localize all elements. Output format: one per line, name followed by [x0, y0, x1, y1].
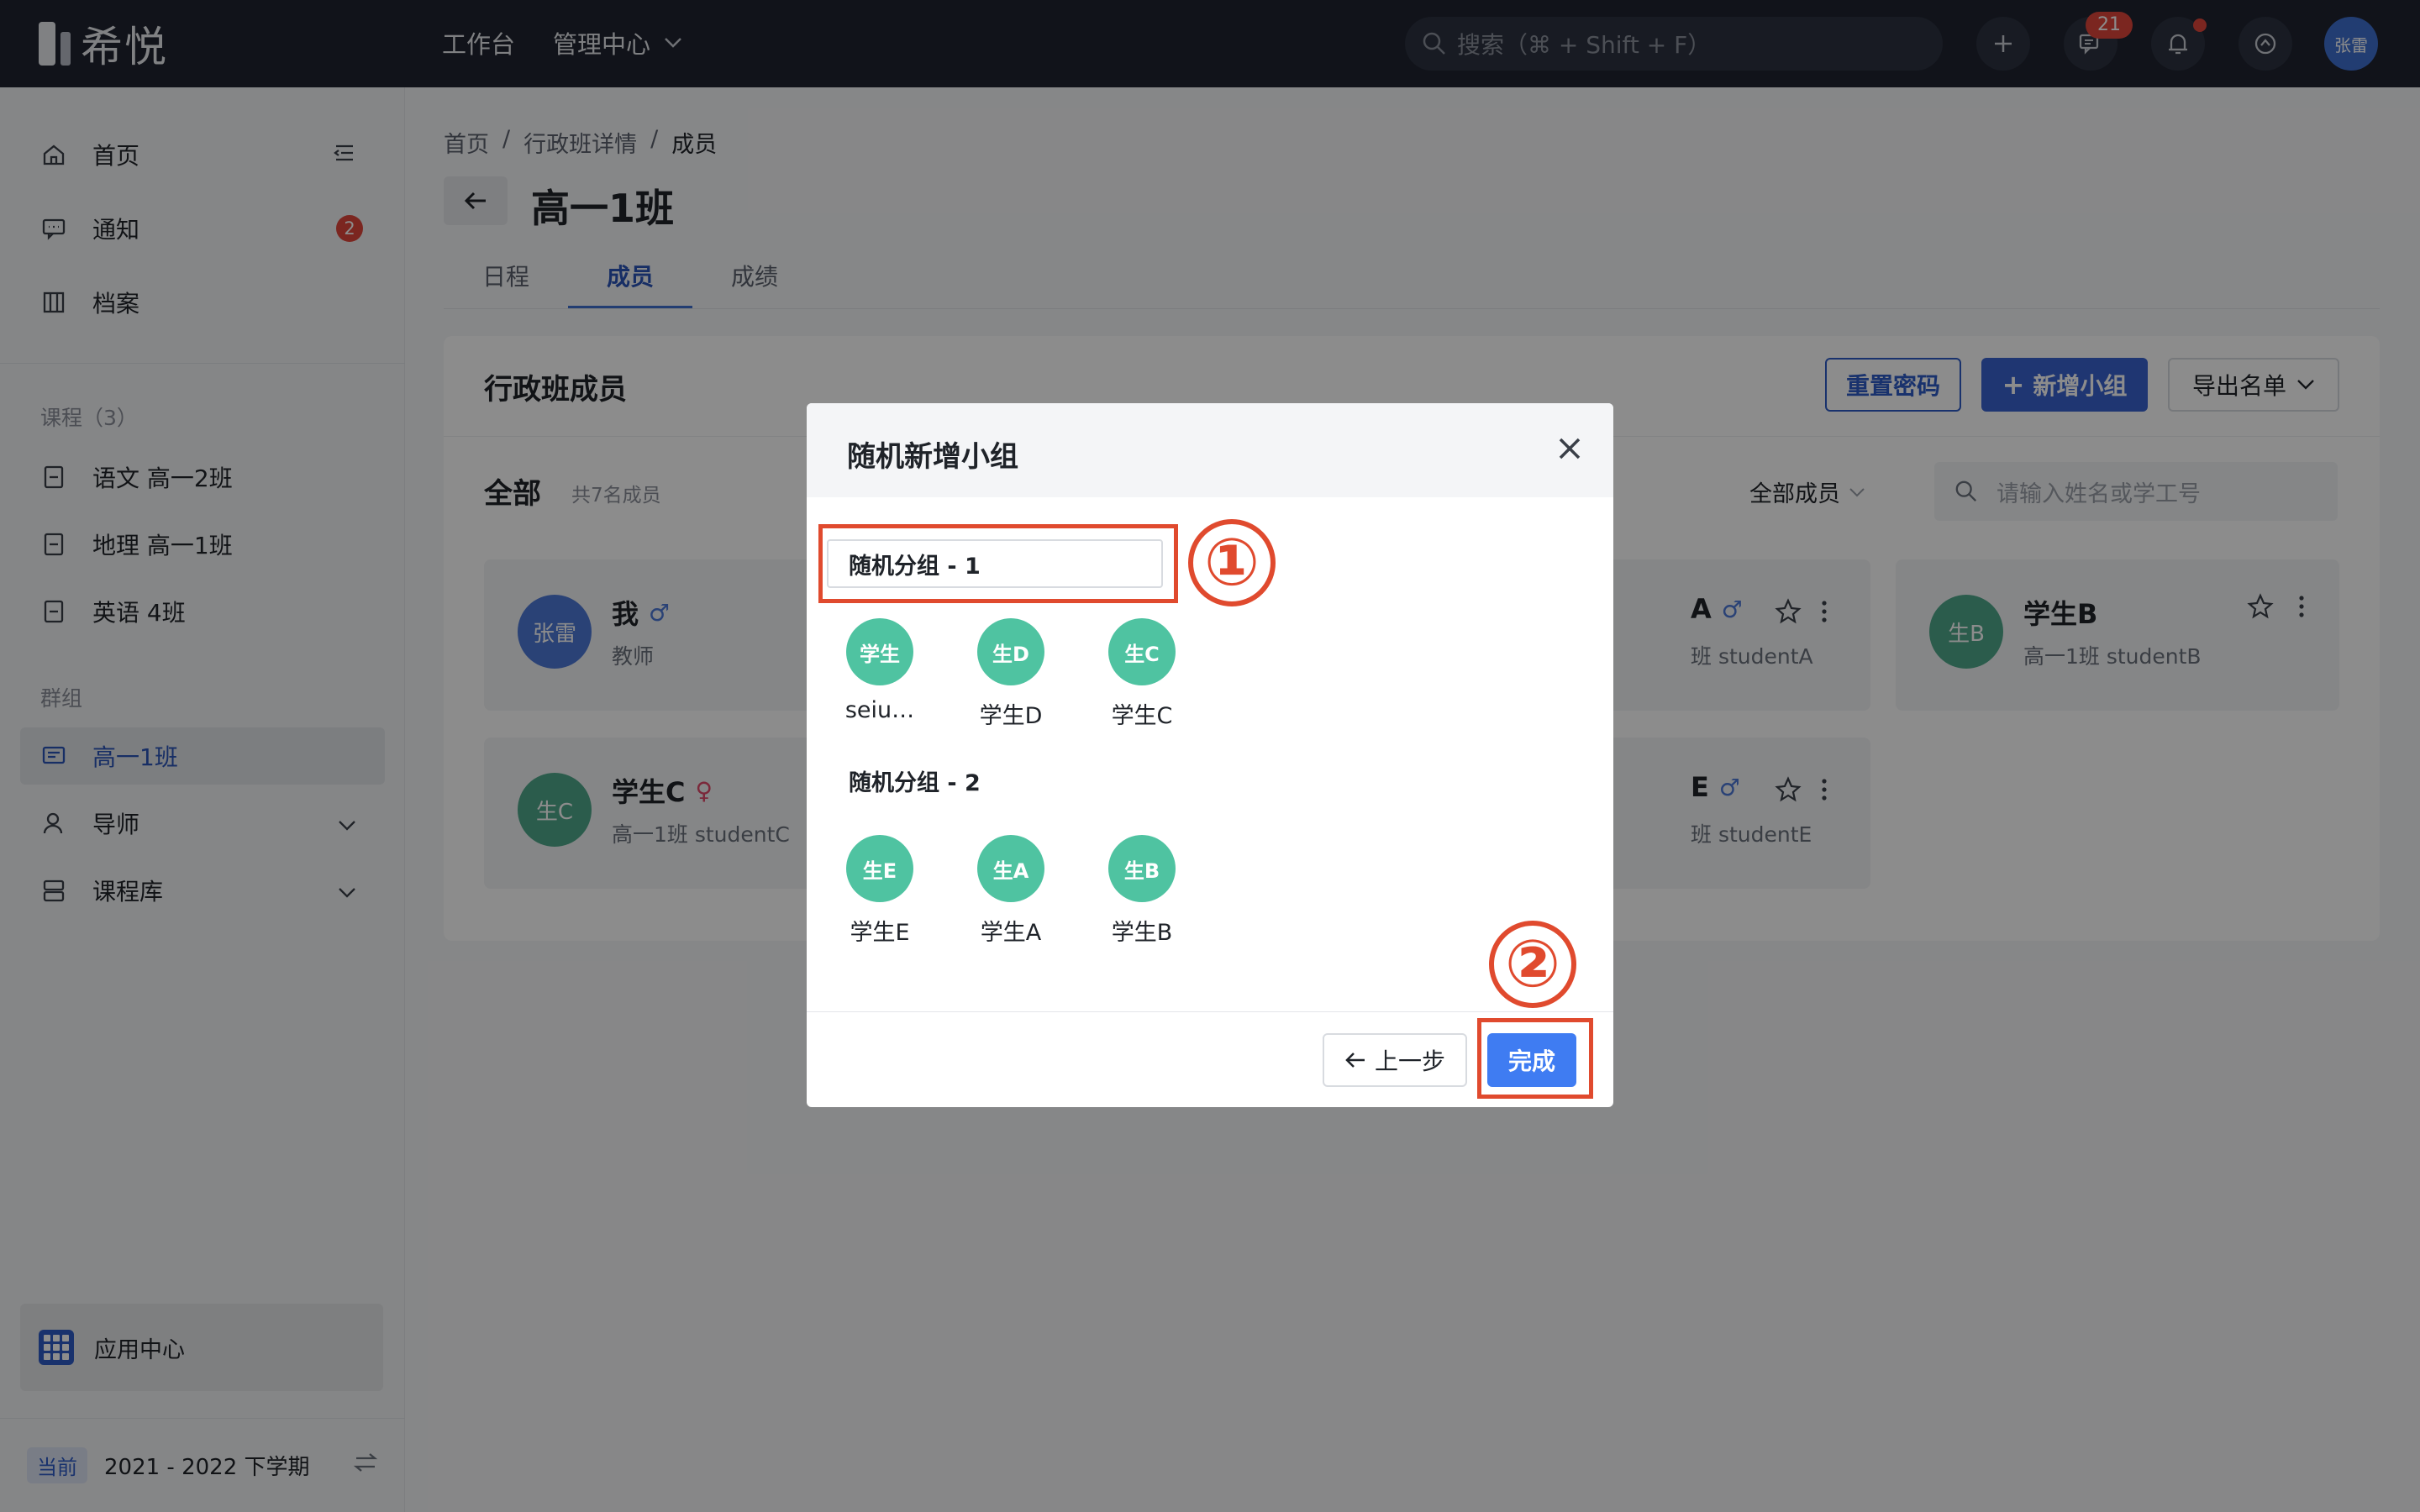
- previous-step-label: 上一步: [1374, 1047, 1445, 1075]
- group-member: 生B 学生B: [1096, 835, 1188, 947]
- group-member: 生D 学生D: [965, 618, 1057, 730]
- arrow-left-icon: [1345, 1053, 1365, 1068]
- modal-title: 随机新增小组: [847, 440, 1018, 474]
- group-member: 生E 学生E: [834, 835, 926, 947]
- member-avatar: 生C: [1108, 618, 1176, 685]
- modal-footer-divider: [807, 1011, 1613, 1012]
- modal-header: 随机新增小组: [807, 403, 1613, 497]
- random-group-modal: 随机新增小组 随机分组 - 1 学生 seiu… 生D 学生D 生C 学生C 随…: [807, 403, 1613, 1107]
- member-label: 学生D: [979, 703, 1043, 729]
- annotation-step-2: ②: [1489, 921, 1576, 1008]
- member-label: 学生C: [1111, 703, 1173, 729]
- member-label: seiu…: [844, 697, 915, 723]
- close-icon: [1559, 438, 1581, 459]
- member-avatar: 生A: [977, 835, 1044, 902]
- member-avatar: 生B: [1108, 835, 1176, 902]
- group-2-name: 随机分组 - 2: [849, 770, 981, 796]
- member-label: 学生E: [850, 920, 910, 946]
- annotation-highlight-group-name: [818, 524, 1178, 603]
- group-member: 生C 学生C: [1096, 618, 1188, 730]
- previous-step-button[interactable]: 上一步: [1323, 1033, 1467, 1087]
- group-member: 生A 学生A: [965, 835, 1057, 947]
- group-member: 学生 seiu…: [834, 618, 926, 723]
- member-label: 学生A: [980, 920, 1042, 946]
- close-button[interactable]: [1549, 428, 1590, 469]
- member-avatar: 学生: [846, 618, 913, 685]
- annotation-highlight-done: [1477, 1018, 1593, 1099]
- annotation-step-1: ①: [1188, 519, 1276, 606]
- member-avatar: 生E: [846, 835, 913, 902]
- member-label: 学生B: [1111, 920, 1173, 946]
- member-avatar: 生D: [977, 618, 1044, 685]
